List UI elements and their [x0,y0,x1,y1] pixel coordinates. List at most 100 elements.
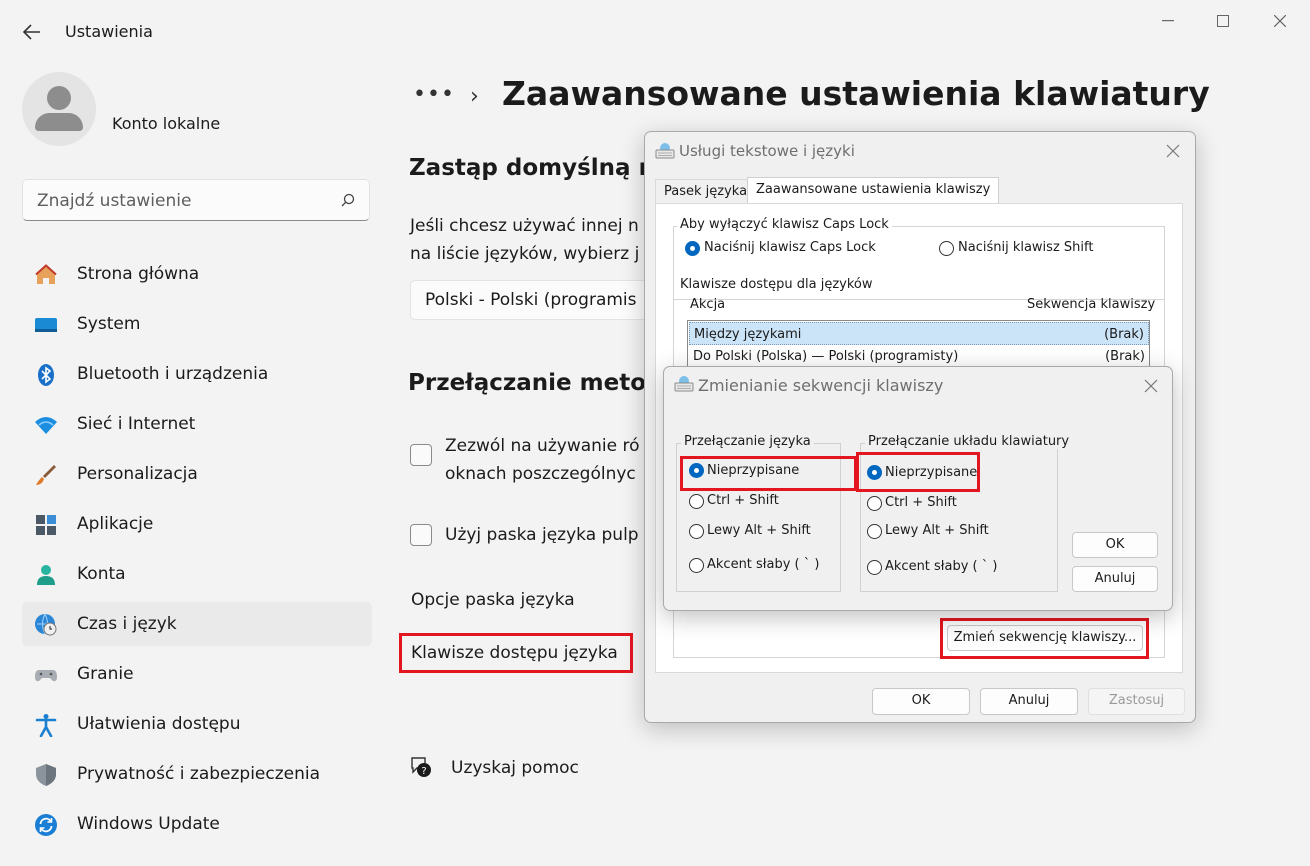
shift-radio[interactable] [939,241,954,256]
change-key-sequence-button[interactable]: Zmień sekwencję klawiszy... [947,625,1143,651]
back-arrow-icon [23,24,40,40]
sidebar-item-label: Aplikacje [77,514,154,534]
search-input[interactable] [35,188,329,214]
help-icon: ? [411,757,431,777]
account-icon [37,565,55,585]
radio-label: Akcent słaby ( ` ) [885,559,998,574]
ok-button[interactable]: OK [872,688,970,715]
dialog-close-button[interactable] [1144,378,1158,397]
shield-icon [36,764,56,786]
sidebar-item-label: Konta [77,564,126,584]
bluetooth-icon [38,364,54,386]
per-app-input-checkbox[interactable] [410,444,432,466]
apply-button[interactable]: Zastosuj [1088,688,1185,715]
group-label: Przełączanie języka [681,434,814,449]
sidebar-item-label: Personalizacja [77,464,198,484]
search-icon [341,193,355,207]
lang-alt-shift-radio[interactable] [689,524,704,539]
layout-alt-shift-radio[interactable] [867,524,882,539]
breadcrumb-overflow[interactable]: ••• [413,82,455,107]
sidebar-item-apps[interactable]: Aplikacje [22,502,372,546]
home-icon [35,264,57,284]
gamepad-icon [35,670,57,682]
radio-label: Ctrl + Shift [885,495,957,510]
tab-language-bar[interactable]: Pasek języka [655,179,757,203]
apps-icon [36,515,56,535]
wifi-icon [35,417,57,434]
accessibility-icon [35,714,57,737]
brush-icon [36,465,56,485]
dropdown-value: Polski - Polski (programis [425,290,637,310]
sidebar-item-system[interactable]: System [22,302,372,346]
list-item[interactable]: Między językami (Brak) [689,322,1149,345]
close-icon [1166,144,1180,158]
sidebar-item-label: Bluetooth i urządzenia [77,364,269,384]
sidebar-item-accounts[interactable]: Konta [22,552,372,596]
sidebar-item-label: Windows Update [77,814,220,834]
highlight-box [856,452,980,492]
cancel-button[interactable]: Anuluj [980,688,1078,715]
search-box[interactable] [22,179,370,221]
time-language-icon [35,613,57,636]
layout-grave-radio[interactable] [867,560,882,575]
radio-label: Naciśnij klawisz Shift [958,240,1094,255]
dialog-close-button[interactable] [1166,143,1180,162]
sidebar-item-network[interactable]: Sieć i Internet [22,402,372,446]
maximize-button[interactable] [1200,8,1246,34]
maximize-icon [1217,15,1229,27]
sidebar-item-bluetooth[interactable]: Bluetooth i urządzenia [22,352,372,396]
back-button[interactable] [14,16,50,48]
sidebar-item-label: Ułatwienia dostępu [77,714,241,734]
group-label: Przełączanie układu klawiatury [865,434,1073,449]
radio-label: Lewy Alt + Shift [885,523,989,538]
column-header-action: Akcja [690,297,726,312]
tab-advanced-key-settings[interactable]: Zaawansowane ustawienia klawiszy [747,177,1000,204]
app-title: Ustawienia [65,22,153,41]
ok-button[interactable]: OK [1072,532,1158,558]
capslock-radio[interactable] [685,241,700,256]
get-help-link[interactable]: Uzyskaj pomoc [451,758,579,778]
sidebar-item-privacy[interactable]: Prywatność i zabezpieczenia [22,752,372,796]
sidebar-item-time-language[interactable]: Czas i język [22,602,372,646]
language-bar-options-link[interactable]: Opcje paska języka [411,590,575,610]
sidebar-item-label: Granie [77,664,134,684]
input-hotkeys-link[interactable]: Klawisze dostępu języka [411,643,618,663]
sidebar-item-home[interactable]: Strona główna [22,252,372,296]
close-button[interactable] [1257,8,1303,34]
group-label: Klawisze dostępu dla języków [677,277,876,292]
sidebar-item-windows-update[interactable]: Windows Update [22,802,372,846]
sidebar-item-label: Czas i język [77,614,177,634]
keyboard-icon [655,143,675,159]
close-icon [1274,15,1286,27]
keyboard-icon [674,376,694,392]
radio-label: Naciśnij klawisz Caps Lock [704,240,876,255]
sidebar-item-label: Sieć i Internet [77,414,196,434]
avatar[interactable] [22,72,96,146]
sidebar-item-personalization[interactable]: Personalizacja [22,452,372,496]
group-label: Aby wyłączyć klawisz Caps Lock [677,217,892,232]
sidebar-item-accessibility[interactable]: Ułatwienia dostępu [22,702,372,746]
sidebar-item-label: Strona główna [77,264,200,284]
desktop-language-bar-checkbox[interactable] [410,524,432,546]
page-title: Zaawansowane ustawienia klawiatury [502,74,1210,113]
dialog-title: Zmienianie sekwencji klawiszy [698,376,944,395]
sidebar-item-label: Prywatność i zabezpieczenia [77,764,321,784]
section-title-default-input: Zastąp domyślną m [409,155,663,181]
list-item[interactable]: Do Polski (Polska) — Polski (programisty… [689,345,1149,368]
svg-text:?: ? [421,766,426,777]
chevron-right-icon: › [470,84,479,109]
account-name: Konto lokalne [112,114,221,133]
close-icon [1144,379,1158,393]
system-icon [35,318,57,332]
lang-grave-radio[interactable] [689,558,704,573]
minimize-button[interactable] [1145,8,1191,34]
radio-label: Ctrl + Shift [707,493,779,508]
highlight-box [680,456,857,491]
lang-ctrl-shift-radio[interactable] [689,494,704,509]
cancel-button[interactable]: Anuluj [1072,566,1158,592]
section-description: Jeśli chcesz używać innej n na liście ję… [410,216,640,264]
sidebar-item-gaming[interactable]: Granie [22,652,372,696]
update-icon [35,814,57,836]
layout-ctrl-shift-radio[interactable] [867,496,882,511]
column-header-sequence: Sekwencja klawiszy [1027,297,1156,312]
